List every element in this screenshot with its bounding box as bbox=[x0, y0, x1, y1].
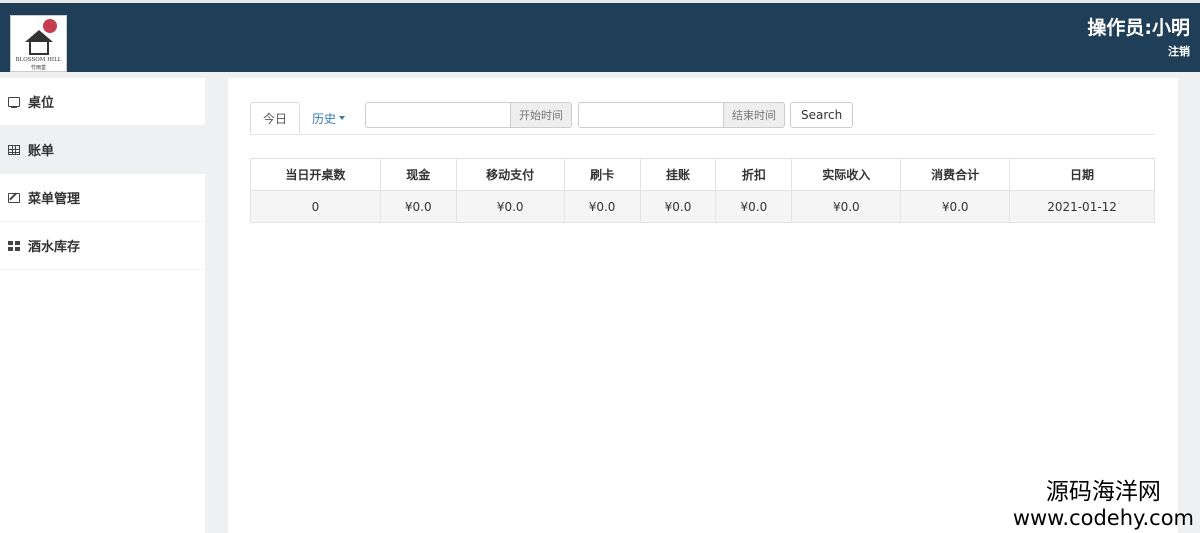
logo-brand-text: BLOSSOM HILL bbox=[15, 57, 62, 63]
col-header: 刷卡 bbox=[563, 158, 641, 191]
tab-today[interactable]: 今日 bbox=[250, 102, 301, 134]
logout-link[interactable]: 注销 bbox=[1168, 43, 1190, 59]
start-date-group: 开始时间 bbox=[365, 102, 572, 128]
end-date-input[interactable] bbox=[578, 102, 723, 128]
table-icon bbox=[8, 144, 20, 155]
monitor-icon bbox=[8, 96, 20, 108]
watermark-title: 源码海洋网 bbox=[1045, 479, 1161, 505]
table-cell: ¥0.0 bbox=[455, 190, 565, 223]
sidebar-item-tables[interactable]: 桌位 bbox=[0, 78, 205, 126]
col-header: 当日开桌数 bbox=[250, 158, 381, 191]
sidebar-item-bills[interactable]: 账单 bbox=[0, 126, 205, 174]
house-body bbox=[29, 41, 49, 55]
sidebar-item-label: 酒水库存 bbox=[28, 240, 81, 255]
table-cell: ¥0.0 bbox=[639, 190, 717, 223]
edit-icon bbox=[8, 192, 20, 203]
table-cell: ¥0.0 bbox=[563, 190, 641, 223]
period-tabs: 今日 历史 bbox=[250, 102, 357, 134]
col-header: 实际收入 bbox=[791, 158, 902, 191]
caret-down-icon bbox=[339, 116, 346, 120]
main-content: 今日 历史 开始时间 结束时间 Search 当日开桌数 现金 移动支付 刷卡 … bbox=[228, 78, 1178, 533]
bill-summary-table: 当日开桌数 现金 移动支付 刷卡 挂账 折扣 实际收入 消费合计 日期 0 ¥0… bbox=[250, 158, 1155, 223]
start-date-input[interactable] bbox=[365, 102, 510, 128]
logo-sub-text: 竹雨堂 bbox=[30, 65, 46, 71]
watermark: 源码海洋网 www.codehy.com bbox=[1013, 478, 1194, 530]
search-button[interactable]: Search bbox=[790, 102, 854, 128]
table-cell: ¥0.0 bbox=[379, 190, 457, 223]
col-header: 现金 bbox=[379, 158, 457, 191]
sidebar-item-label: 桌位 bbox=[28, 96, 55, 111]
sidebar: 桌位 账单 菜单管理 酒水库存 bbox=[0, 78, 205, 533]
table-cell: 0 bbox=[250, 190, 381, 223]
top-header: BLOSSOM HILL 竹雨堂 操作员:小明 注销 bbox=[0, 0, 1200, 72]
table-cell: ¥0.0 bbox=[715, 190, 793, 223]
table-cell: 2021-01-12 bbox=[1009, 190, 1155, 223]
table-cell: ¥0.0 bbox=[791, 190, 902, 223]
divider bbox=[250, 134, 1155, 135]
sidebar-item-drinks[interactable]: 酒水库存 bbox=[0, 222, 205, 270]
sidebar-item-menu[interactable]: 菜单管理 bbox=[0, 174, 205, 222]
table-row: 0 ¥0.0 ¥0.0 ¥0.0 ¥0.0 ¥0.0 ¥0.0 ¥0.0 202… bbox=[250, 190, 1155, 223]
col-header: 消费合计 bbox=[900, 158, 1011, 191]
col-header: 移动支付 bbox=[455, 158, 565, 191]
sidebar-item-label: 菜单管理 bbox=[28, 192, 81, 207]
table-header-row: 当日开桌数 现金 移动支付 刷卡 挂账 折扣 实际收入 消费合计 日期 bbox=[250, 158, 1155, 191]
table-cell: ¥0.0 bbox=[900, 190, 1011, 223]
brand-logo[interactable]: BLOSSOM HILL 竹雨堂 bbox=[10, 15, 67, 72]
grid-icon bbox=[8, 240, 20, 251]
sidebar-item-label: 账单 bbox=[28, 144, 55, 159]
tab-history[interactable]: 历史 bbox=[300, 102, 357, 134]
col-header: 日期 bbox=[1009, 158, 1155, 191]
end-date-group: 结束时间 bbox=[578, 102, 785, 128]
col-header: 挂账 bbox=[639, 158, 717, 191]
start-date-addon: 开始时间 bbox=[510, 102, 572, 128]
watermark-url: www.codehy.com bbox=[1012, 506, 1194, 530]
col-header: 折扣 bbox=[715, 158, 793, 191]
operator-name: 操作员:小明 bbox=[1087, 17, 1190, 39]
end-date-addon: 结束时间 bbox=[723, 102, 785, 128]
tab-history-label: 历史 bbox=[312, 111, 337, 126]
